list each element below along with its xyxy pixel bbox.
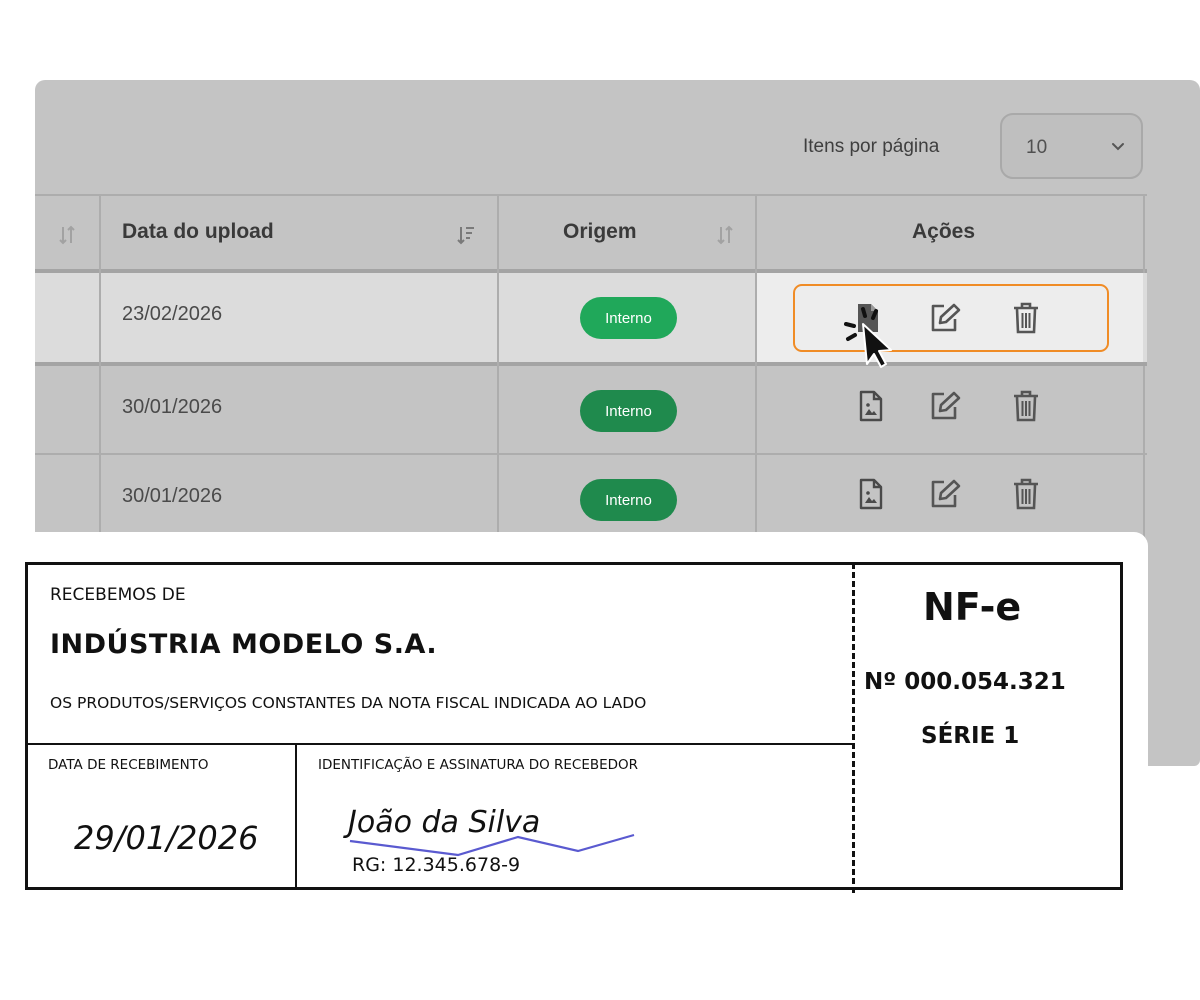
origin-badge: Interno [580, 479, 677, 521]
items-per-page-select[interactable]: 10 [1000, 113, 1143, 179]
actions-highlight-box [793, 284, 1109, 352]
origin-badge: Interno [580, 390, 677, 432]
items-per-page-value: 10 [1026, 137, 1048, 158]
stub-divider [28, 743, 854, 745]
id-signature-label: IDENTIFICAÇÃO E ASSINATURA DO RECEBEDOR [318, 757, 639, 773]
stub-divider [295, 744, 297, 890]
origin-badge: Interno [580, 297, 677, 339]
nfe-receipt-stub: RECEBEMOS DE INDÚSTRIA MODELO S.A. OS PR… [25, 562, 1123, 893]
sort-desc-icon[interactable] [455, 224, 477, 246]
upload-date: 23/02/2026 [122, 303, 223, 325]
file-image-icon[interactable] [858, 390, 884, 422]
sort-icon[interactable] [57, 224, 77, 246]
column-header-actions: Ações [912, 220, 976, 243]
nfe-number: Nº 000.054.321 [864, 669, 1066, 695]
trash-icon[interactable] [1012, 477, 1040, 511]
products-text: OS PRODUTOS/SERVIÇOS CONSTANTES DA NOTA … [50, 694, 647, 712]
company-name: INDÚSTRIA MODELO S.A. [50, 629, 438, 660]
received-from-label: RECEBEMOS DE [50, 585, 186, 605]
table-row[interactable]: 30/01/2026 Interno [35, 366, 1147, 456]
trash-icon[interactable] [1012, 389, 1040, 423]
handwritten-receipt-date: 29/01/2026 [74, 819, 259, 857]
upload-date: 30/01/2026 [122, 396, 223, 418]
signature-rg: RG: 12.345.678-9 [352, 854, 521, 876]
header-top-border [35, 194, 1147, 196]
sort-icon[interactable] [715, 224, 735, 246]
nfe-series: SÉRIE 1 [921, 723, 1020, 749]
receipt-date-label: DATA DE RECEBIMENTO [48, 757, 209, 773]
file-image-icon[interactable] [858, 478, 884, 510]
cursor-click-icon [844, 307, 892, 368]
edit-icon[interactable] [928, 478, 962, 510]
items-per-page-label: Itens por página [803, 136, 940, 157]
chevron-down-icon [1112, 143, 1124, 151]
column-header-origin[interactable]: Origem [563, 220, 637, 244]
tear-line [852, 563, 855, 893]
column-header-date[interactable]: Data do upload [122, 220, 274, 244]
nfe-title: NF-e [923, 585, 1022, 629]
edit-icon[interactable] [928, 390, 962, 422]
upload-date: 30/01/2026 [122, 485, 223, 507]
